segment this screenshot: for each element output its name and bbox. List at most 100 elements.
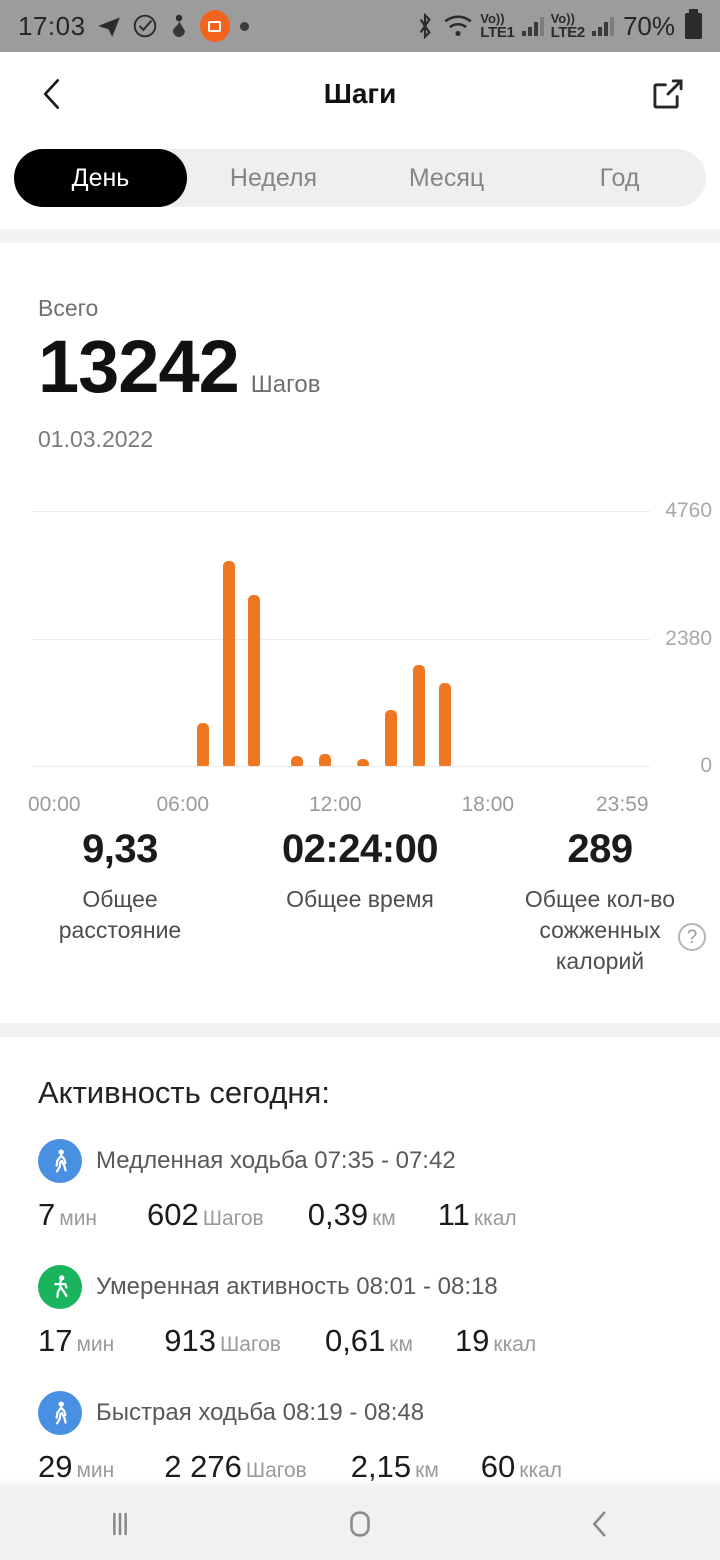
metric-calories: 11 ккал [437,1197,517,1233]
activity-item-metrics: 17 мин 913 Шагов 0,61 км 19 ккал [38,1323,682,1359]
tab-year[interactable]: Год [533,149,706,207]
app-bar: Шаги [0,52,720,136]
period-tabs-container: День Неделя Месяц Год [0,136,720,229]
app-orange-icon [199,10,230,42]
active-person-icon [38,1265,82,1310]
share-button[interactable] [644,70,692,118]
status-bar-left: 17:03 [18,10,249,42]
chart-y-label: 0 [700,754,712,777]
metric-duration: 17 мин [38,1323,115,1359]
app-screen: 17:03 Vo)) LTE1 Vo)) LTE2 70% Шаги День … [0,0,720,1560]
metric-distance: 0,39 км [307,1197,396,1233]
period-tabs: День Неделя Месяц Год [14,149,706,207]
battery-icon [685,9,702,39]
stat-distance-value: 9,33 [82,827,158,871]
sim2-volte-label: Vo)) LTE2 [550,12,586,41]
telegram-icon [96,13,122,39]
total-value-row: 13242 Шагов [38,330,682,404]
sim1-volte-label: Vo)) LTE1 [480,12,515,41]
metric-calories: 19 ккал [454,1323,537,1359]
question-mark-icon[interactable]: ? [678,923,706,951]
metric-steps: 602 Шагов [147,1197,264,1233]
stat-distance-label: Общее расстояние [58,886,182,944]
wifi-icon [443,13,473,39]
chart-gridline [32,766,650,767]
chart-bar[interactable] [291,756,304,766]
steps-bar-chart[interactable]: 0 2380 4760 00:00 06:00 12:00 18:00 23:59 [0,491,720,816]
chart-x-label: 12:00 [309,793,362,816]
tab-day[interactable]: День [14,149,187,207]
chart-y-label: 2380 [665,626,712,650]
walking-person-icon [38,1139,82,1184]
activity-item[interactable]: Медленная ходьба 07:35 - 07:42 7 мин 602 Шаг… [26,1139,694,1233]
section-divider [0,229,720,243]
total-steps-value: 13242 [38,325,240,408]
system-nav-bar [0,1488,720,1560]
activity-card: Активность сегодня: Медленная ходьба 07:… [0,1037,720,1486]
summary-date: 01.03.2022 [38,426,154,452]
home-icon[interactable] [240,1507,480,1541]
metric-distance: 0,61 км [324,1323,413,1359]
chart-x-label: 18:00 [461,793,515,816]
back-icon[interactable] [480,1507,720,1541]
sim2-signal-icon [591,16,614,36]
activity-list: Медленная ходьба 07:35 - 07:42 7 мин 602 Шаг… [26,1139,694,1485]
anchor-icon [168,13,190,39]
status-bar: 17:03 Vo)) LTE1 Vo)) LTE2 70% [0,0,720,52]
activity-item-header: Медленная ходьба 07:35 - 07:42 [38,1139,682,1184]
activity-title: Активность сегодня: [38,1075,330,1111]
chart-bar[interactable] [197,723,210,766]
tab-month[interactable]: Месяц [360,149,533,207]
chart-bar[interactable] [248,594,261,766]
chart-y-label: 4760 [665,499,712,522]
bottom-fade [0,1478,720,1488]
sim2-network: LTE2 [550,24,586,41]
activity-item-name: Умеренная активность 08:01 - 08:18 [96,1273,498,1301]
total-steps-unit: Шагов [250,371,321,398]
sim1-signal-icon [521,16,544,36]
chart-bar[interactable] [319,754,332,766]
chart-bar[interactable] [357,759,370,766]
stat-calories-value: 289 [567,827,633,871]
stat-time: 02:24:00 Общее время [240,827,480,977]
tab-week[interactable]: Неделя [187,149,360,207]
chart-x-label: 00:00 [28,793,81,816]
chart-x-label: 06:00 [156,793,210,816]
total-label: Всего [38,295,99,321]
stat-time-value: 02:24:00 [281,827,439,871]
chart-plot-area: 0 2380 4760 00:00 06:00 12:00 18:00 23:59 [28,499,712,816]
walking-person-icon [38,1391,82,1436]
chart-bar[interactable] [385,709,398,766]
stat-time-label: Общее время [286,886,434,912]
stat-calories: 289 Общее кол-во сожженных калорий ? [480,827,720,977]
stats-row: 9,33 Общее расстояние 02:24:00 Общее вре… [0,791,720,1023]
stat-distance: 9,33 Общее расстояние [0,827,240,977]
chart-bar[interactable] [438,682,451,766]
activity-item-header: Умеренная активность 08:01 - 08:18 [38,1265,682,1310]
clock-check-icon [132,13,158,39]
activity-item-name: Медленная ходьба 07:35 - 07:42 [96,1147,456,1175]
steps-summary-card: Всего 13242 Шагов 01.03.2022 0 2380 4760 00… [0,243,720,1024]
bluetooth-icon [414,13,436,39]
chart-gridline [32,511,650,512]
chart-gridline [32,638,650,640]
steps-summary: Всего 13242 Шагов 01.03.2022 [0,243,720,479]
activity-item[interactable]: Умеренная активность 08:01 - 08:18 17 мин 9… [26,1265,694,1359]
recents-icon[interactable] [0,1507,240,1541]
activity-item-metrics: 7 мин 602 Шагов 0,39 км 11 ккал [38,1197,682,1233]
sim1-network: LTE1 [480,24,515,41]
activity-item[interactable]: Быстрая ходьба 08:19 - 08:48 29 мин 2 276 Ша… [26,1391,694,1485]
battery-percent: 70% [622,10,675,41]
dot-icon [239,21,249,31]
metric-duration: 7 мин [38,1197,98,1233]
chart-x-label: 23:59 [596,793,649,816]
status-time: 17:03 [18,10,86,41]
status-bar-right: Vo)) LTE1 Vo)) LTE2 70% [414,9,702,42]
chart-bar[interactable] [413,665,426,766]
activity-item-header: Быстрая ходьба 08:19 - 08:48 [38,1391,682,1436]
activity-item-name: Быстрая ходьба 08:19 - 08:48 [96,1399,425,1427]
metric-steps: 913 Шагов [164,1323,281,1359]
chart-bar[interactable] [222,561,235,766]
page-title: Шаги [323,78,397,109]
back-button[interactable] [28,70,76,118]
